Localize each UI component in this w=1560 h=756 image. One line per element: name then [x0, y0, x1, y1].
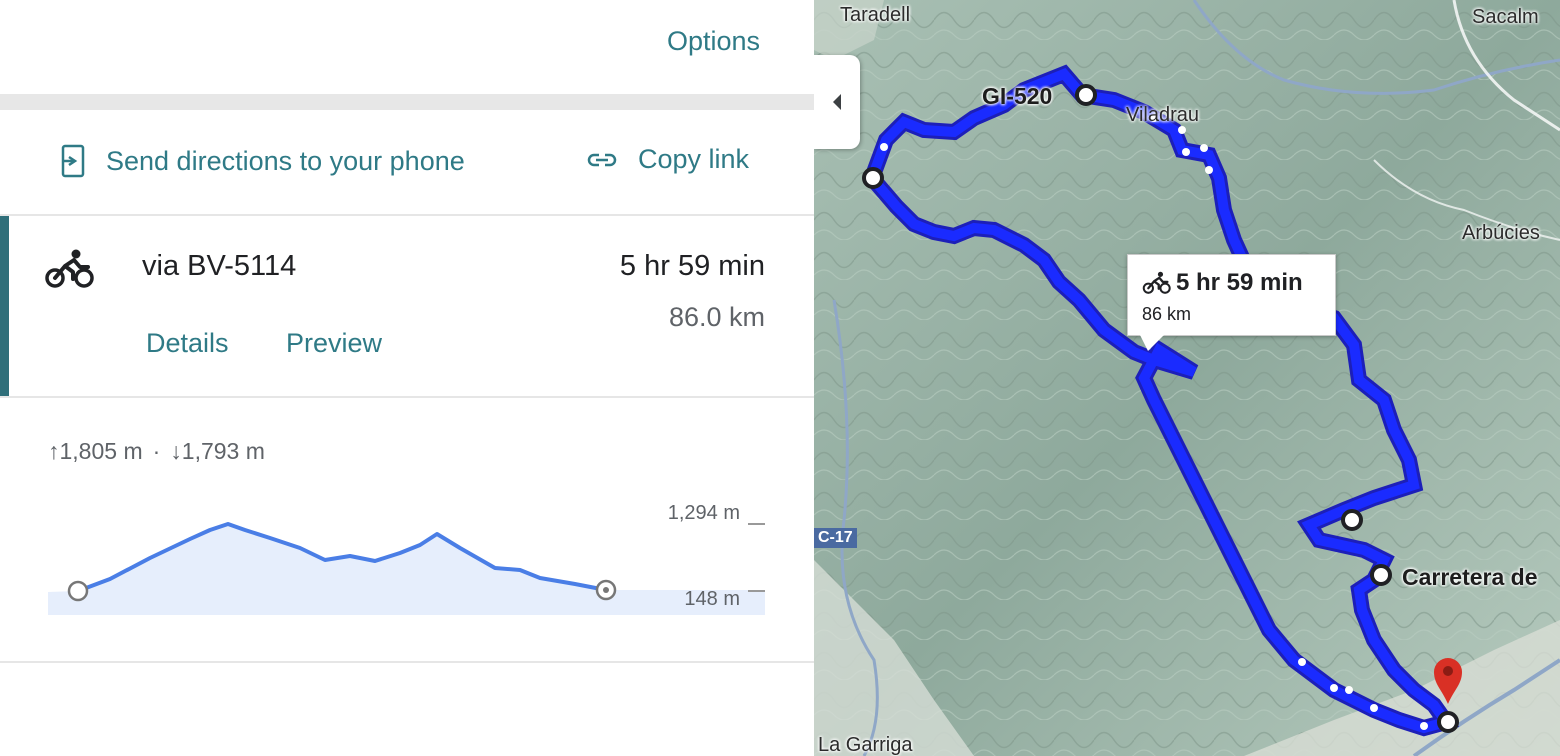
- road-label-gi520[interactable]: GI-520: [982, 83, 1052, 110]
- collapse-panel-button[interactable]: [814, 55, 860, 149]
- tooltip-distance: 86 km: [1142, 304, 1192, 324]
- directions-panel: Options Send directions to your phone Co…: [0, 0, 814, 756]
- chevron-left-icon: [833, 94, 841, 110]
- place-label-sacalm[interactable]: Sacalm: [1472, 6, 1539, 29]
- elevation-min-label: 148 m: [684, 588, 740, 610]
- phone-send-icon: [61, 144, 85, 178]
- route-tooltip[interactable]: 5 hr 59 min 86 km: [1127, 254, 1336, 351]
- elevation-chart: [48, 522, 765, 615]
- share-row: Send directions to your phone Copy link: [0, 110, 814, 216]
- tooltip-duration: 5 hr 59 min: [1176, 269, 1303, 296]
- place-label-viladrau[interactable]: Viladrau: [1126, 104, 1199, 127]
- elevation-area: [48, 524, 765, 615]
- bicycle-icon: [1142, 271, 1171, 294]
- bicycle-icon: [45, 249, 94, 288]
- elevation-start-marker: [67, 580, 89, 602]
- selected-route-indicator: [0, 216, 9, 396]
- place-label-la-garriga[interactable]: La Garriga: [818, 734, 913, 756]
- preview-button[interactable]: Preview: [286, 328, 382, 359]
- route-via-label: via BV-5114: [142, 250, 297, 282]
- elevation-profile: ↑ 1,805 m · ↓ 1,793 m 1,294 m 148 m: [0, 398, 814, 663]
- road-label-carretera[interactable]: Carretera de: [1402, 564, 1538, 591]
- route-option-card[interactable]: via BV-5114 5 hr 59 min 86.0 km Details …: [0, 216, 814, 398]
- section-divider: [0, 94, 814, 110]
- elevation-max-label: 1,294 m: [667, 502, 740, 524]
- copy-link-label: Copy link: [638, 144, 750, 174]
- copy-link-button[interactable]: Copy link: [586, 144, 749, 175]
- route-duration: 5 hr 59 min: [619, 250, 765, 282]
- send-directions-button[interactable]: Send directions to your phone: [60, 144, 465, 178]
- details-button[interactable]: Details: [146, 328, 229, 359]
- route-distance: 86.0 km: [668, 302, 765, 332]
- send-directions-label: Send directions to your phone: [106, 145, 465, 176]
- road-badge-c17: C-17: [814, 528, 857, 548]
- place-label-arbucies[interactable]: Arbúcies: [1462, 222, 1540, 245]
- options-button[interactable]: Options: [667, 26, 760, 57]
- place-label-taradell[interactable]: Taradell: [840, 4, 910, 27]
- link-icon: [587, 153, 617, 166]
- map-canvas[interactable]: Taradell Sacalm GI-520 Viladrau Arbúcies…: [814, 0, 1560, 756]
